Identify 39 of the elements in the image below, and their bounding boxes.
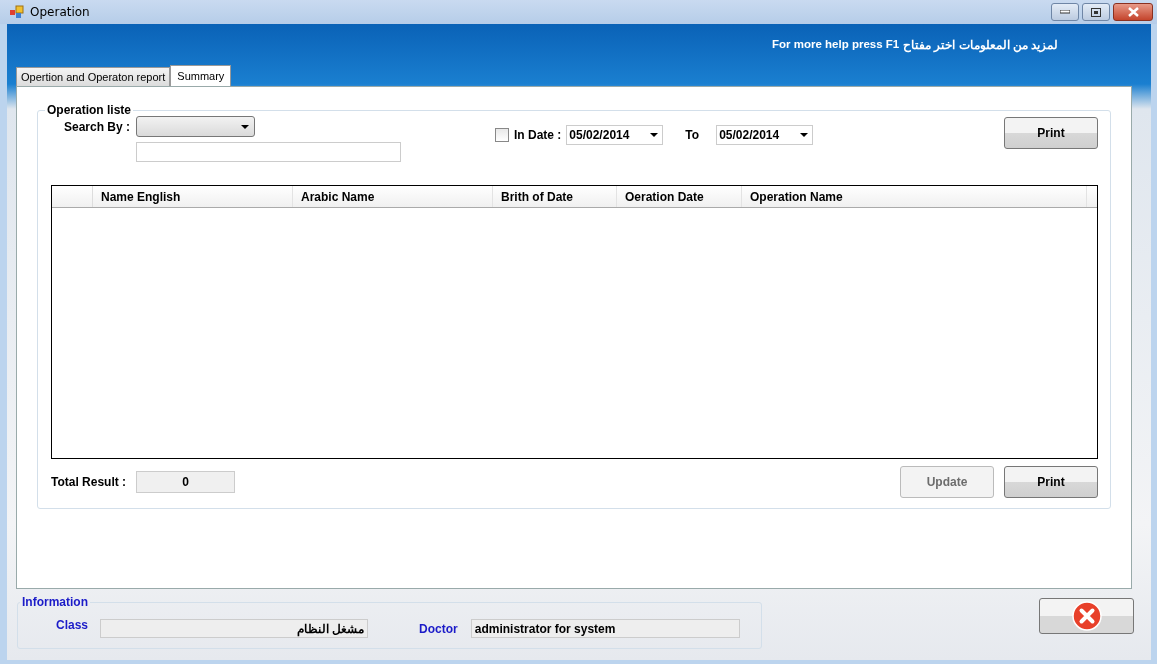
in-date-label: In Date : <box>514 128 562 142</box>
search-field[interactable] <box>136 142 401 162</box>
tab[interactable]: Summary <box>170 65 232 86</box>
information-title: Information <box>21 595 89 609</box>
maximize-icon <box>1091 7 1101 17</box>
column-header[interactable]: Operation Name <box>742 185 1087 207</box>
date-picker[interactable]: 05/02/2014 <box>716 125 814 145</box>
action-button[interactable]: Print <box>1004 466 1098 498</box>
exit-button[interactable] <box>1039 598 1134 634</box>
column-header[interactable]: Name English <box>93 185 293 207</box>
print-button[interactable]: Print <box>1004 117 1098 149</box>
total-result-label: Total Result : <box>51 475 127 489</box>
class-label: Class <box>56 617 89 632</box>
close-icon <box>1127 7 1139 17</box>
dropdown-arrow-icon <box>241 124 250 129</box>
dropdown-arrow-icon <box>650 133 659 137</box>
minimize-icon <box>1060 10 1070 14</box>
in-date-checkbox[interactable] <box>495 128 509 142</box>
column-header[interactable]: Arabic Name <box>293 185 493 207</box>
group-title: Operation liste <box>46 103 133 117</box>
maximize-button[interactable] <box>1082 3 1110 21</box>
search-by-dropdown[interactable] <box>136 116 256 137</box>
column-header[interactable]: Oeration Date <box>617 185 742 207</box>
tab[interactable]: Opertion and Operaton report <box>16 67 171 86</box>
search-by-label: Search By : <box>64 119 131 134</box>
app-icon <box>10 5 24 19</box>
close-icon <box>1071 601 1102 631</box>
doctor-label: Doctor <box>419 621 458 636</box>
help-text: For more help press F1 <box>772 38 900 52</box>
class-value: مشغل النظام <box>100 619 369 638</box>
close-button[interactable] <box>1113 3 1153 21</box>
to-label: To <box>685 128 700 142</box>
window-title: Operation <box>30 5 90 19</box>
dropdown-arrow-icon <box>800 133 809 137</box>
help-text-arabic: لمزيد من المعلومات اختر مفتاح <box>903 38 1058 52</box>
column-header[interactable]: Brith of Date <box>493 185 617 207</box>
total-result-value: 0 <box>136 471 236 493</box>
date-picker[interactable]: 05/02/2014 <box>566 125 664 145</box>
doctor-value: administrator for system <box>470 619 740 638</box>
